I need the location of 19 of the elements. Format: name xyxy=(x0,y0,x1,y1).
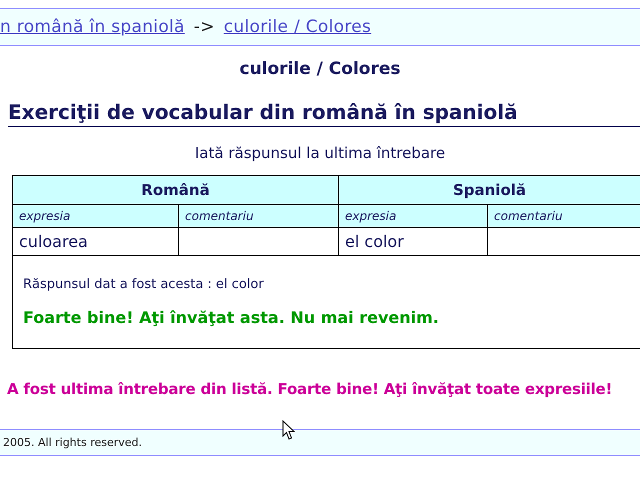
breadcrumb-separator: -> xyxy=(194,17,215,37)
column-header: comentariu xyxy=(185,209,254,223)
column-group-header: Română xyxy=(12,176,339,204)
breadcrumb-link[interactable]: culorile / Colores xyxy=(224,17,372,37)
table-cell: el color xyxy=(345,232,404,251)
answer-given-text: Răspunsul dat a fost acesta : el color xyxy=(23,277,265,292)
lesson-title: culorile / Colores xyxy=(240,59,400,81)
page-heading: Exerciţii de vocabular din română în spaniolă xyxy=(8,100,518,124)
breadcrumb-link[interactable]: n română în spaniolă xyxy=(0,17,185,37)
feedback-message: Foarte bine! Aţi învăţat asta. Nu mai revenim. xyxy=(23,308,439,327)
column-header: expresia xyxy=(19,209,70,223)
column-header: expresia xyxy=(345,209,396,223)
intro-text: Iată răspunsul la ultima întrebare xyxy=(194,144,446,162)
column-header: comentariu xyxy=(494,209,563,223)
mouse-pointer-icon xyxy=(282,420,295,441)
table-cell: culoarea xyxy=(19,232,88,251)
copyright-text: 2005. All rights reserved. xyxy=(3,436,142,449)
final-message: A fost ultima întrebare din listă. Foarte bine! Aţi învăţat toate expresiile! xyxy=(7,380,612,398)
column-group-header: Spaniolă xyxy=(338,176,640,204)
